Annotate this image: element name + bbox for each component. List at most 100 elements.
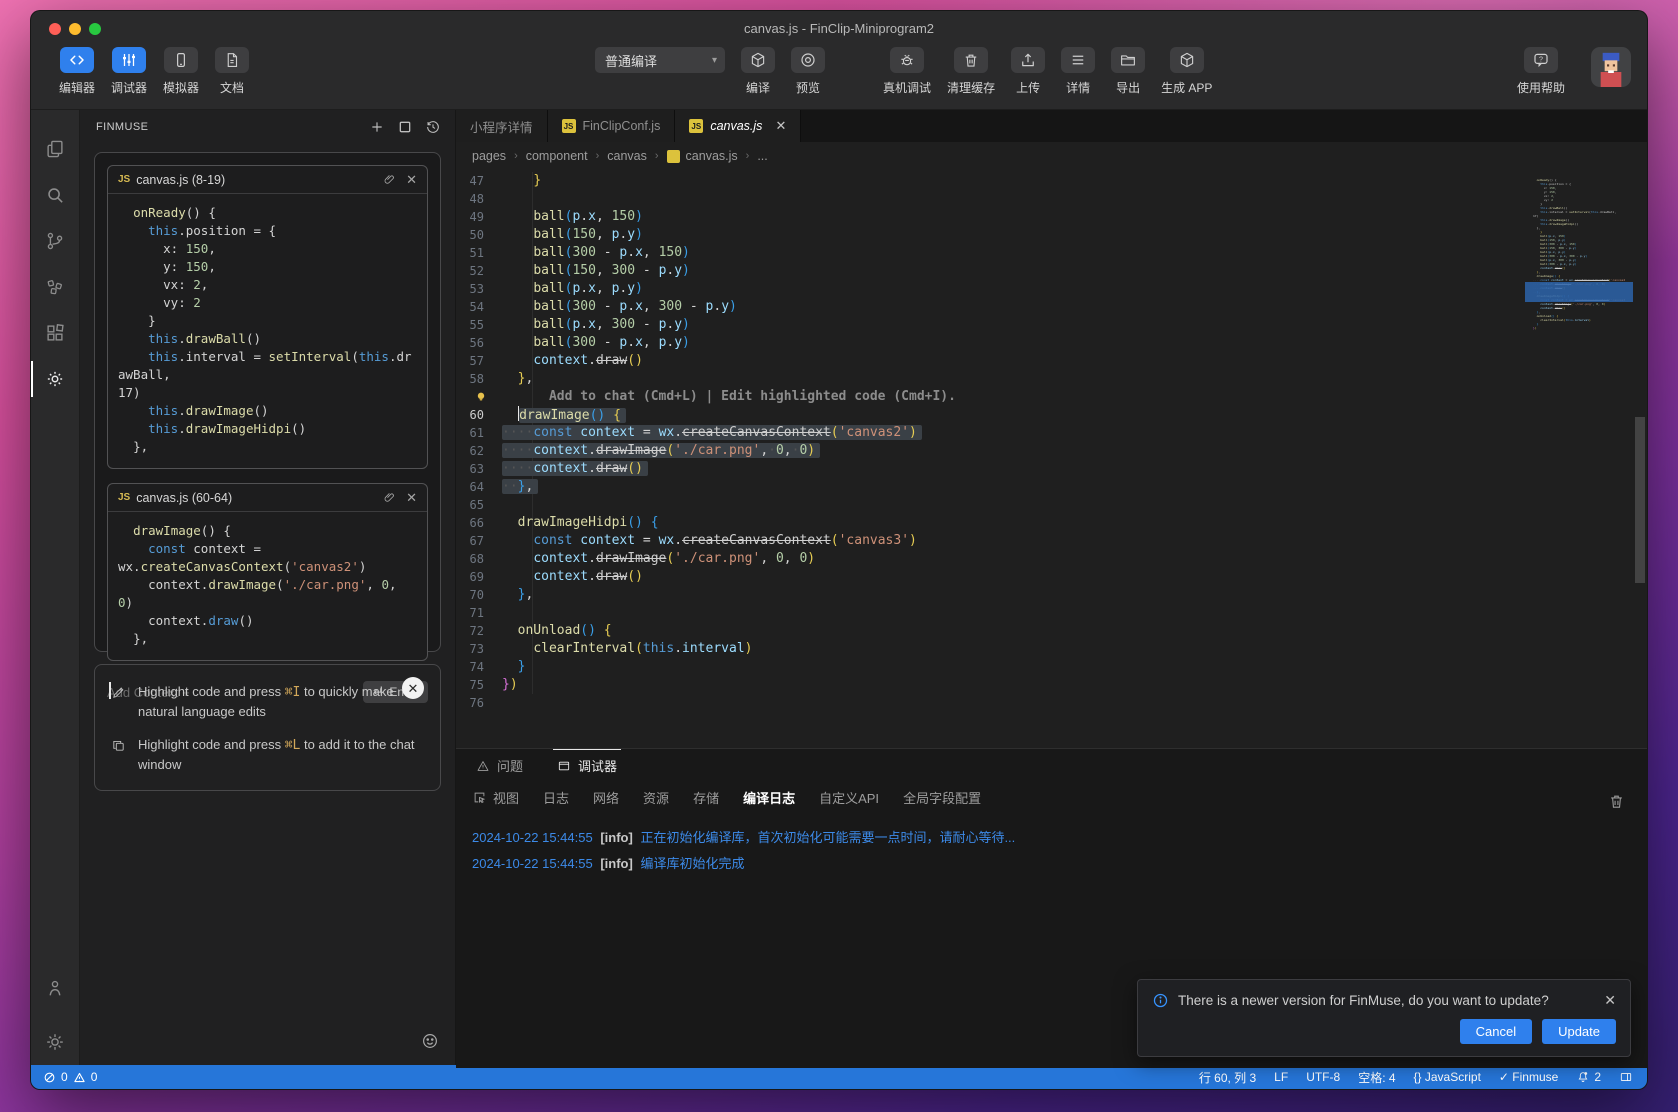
panel-subtab-compile-log[interactable]: 编译日志 [743, 788, 795, 807]
cancel-button[interactable]: Cancel [1460, 1019, 1532, 1044]
status-item[interactable]: ✓ Finmuse [1499, 1070, 1558, 1084]
status-item[interactable]: LF [1274, 1070, 1288, 1084]
breadcrumb-item[interactable]: ... [757, 149, 767, 163]
code-line: 63····context.draw() [456, 460, 1527, 478]
activitybar-extensions[interactable] [31, 310, 79, 356]
toolbar-clear-cache-button[interactable]: 清理缓存 [947, 47, 995, 96]
status-item[interactable]: UTF-8 [1306, 1070, 1340, 1084]
activitybar-account[interactable] [31, 965, 79, 1011]
toolbar-right-group: ? 使用帮助 [1517, 47, 1631, 96]
close-window-button[interactable] [49, 23, 61, 35]
toolbar-simulator-button[interactable]: 模拟器 [163, 47, 199, 96]
context-card-close-icon[interactable]: ✕ [406, 491, 417, 504]
js-file-icon: JS [689, 119, 703, 133]
toolbar-editor-button[interactable]: 编辑器 [59, 47, 95, 96]
panel-subtab-view[interactable]: 视图 [472, 788, 519, 807]
panel-subtab-network[interactable]: 网络 [593, 788, 619, 807]
status-item[interactable]: 行 60, 列 3 [1199, 1069, 1256, 1086]
breadcrumb-item[interactable]: component [526, 149, 588, 163]
clear-logs-trash-icon[interactable] [1608, 793, 1625, 815]
sidebar-header: FINMUSE [80, 110, 455, 144]
panel-subtab-global-fields[interactable]: 全局字段配置 [903, 788, 981, 807]
code-line: 60 drawImage() { [456, 406, 1527, 424]
breadcrumb-item[interactable]: canvas [607, 149, 647, 163]
toolbar-details-button[interactable]: 详情 [1061, 47, 1095, 96]
code-line: 76 [456, 694, 1527, 712]
layout-toggle-icon[interactable] [1619, 1070, 1633, 1084]
code-icon [60, 47, 94, 73]
toolbar-docs-label: 文档 [220, 79, 244, 96]
context-card-close-icon[interactable]: ✕ [406, 173, 417, 186]
activitybar-finmuse[interactable] [31, 356, 79, 402]
toolbar-debugger-button[interactable]: 调试器 [111, 47, 147, 96]
toolbar-upload-button[interactable]: 上传 [1011, 47, 1045, 96]
code-line: 57 context.draw() [456, 352, 1527, 370]
panel-tab-debugger[interactable]: 调试器 [553, 749, 621, 781]
panel-tab-problems[interactable]: 问题 [472, 749, 527, 781]
paperclip-icon[interactable] [383, 173, 396, 186]
tips-close-button[interactable]: ✕ [402, 677, 424, 699]
code-line: 68 context.drawImage('./car.png', 0, 0) [456, 550, 1527, 568]
editor-scrollbar[interactable] [1633, 170, 1647, 748]
code-line: 52 ball(150, 300 - p.y) [456, 262, 1527, 280]
activitybar-components[interactable] [31, 264, 79, 310]
tab-close-icon[interactable]: ✕ [775, 118, 786, 134]
status-item[interactable]: 空格: 4 [1358, 1069, 1395, 1086]
tab-FinClipConf.js[interactable]: JSFinClipConf.js [548, 110, 676, 142]
toolbar-preview-button[interactable]: 预览 [791, 47, 825, 96]
activitybar-explorer[interactable] [31, 126, 79, 172]
panel-subtab-resources[interactable]: 资源 [643, 788, 669, 807]
target-icon [791, 47, 825, 73]
layout-icon[interactable] [397, 119, 413, 135]
activitybar-search[interactable] [31, 172, 79, 218]
lightbulb-icon[interactable] [456, 388, 502, 406]
toolbar-real-device-debug-button[interactable]: 真机调试 [883, 47, 931, 96]
code-line: 61····const context = wx.createCanvasCon… [456, 424, 1527, 442]
update-button[interactable]: Update [1542, 1019, 1616, 1044]
breadcrumb-item[interactable]: canvas.js [667, 149, 738, 163]
context-card: JScanvas.js (8-19)✕ onReady() { this.pos… [107, 165, 428, 469]
tab-canvas.js[interactable]: JScanvas.js✕ [675, 110, 801, 142]
svg-text:?: ? [1539, 55, 1543, 63]
status-item[interactable]: {} JavaScript [1414, 1070, 1481, 1084]
new-chat-icon[interactable] [369, 119, 385, 135]
toolbar-help-button[interactable]: ? 使用帮助 [1517, 47, 1565, 96]
activitybar-settings[interactable] [31, 1019, 79, 1065]
toolbar-help-label: 使用帮助 [1517, 79, 1565, 96]
chat-panel[interactable]: JScanvas.js (8-19)✕ onReady() { this.pos… [94, 152, 441, 652]
notification-close-icon[interactable]: ✕ [1604, 992, 1616, 1009]
toolbar-debugger-label: 调试器 [111, 79, 147, 96]
code-line: 67 const context = wx.createCanvasContex… [456, 532, 1527, 550]
title-bar: canvas.js - FinClip-Miniprogram2 [31, 11, 1647, 47]
notifications-bell[interactable]: 2 [1576, 1070, 1601, 1084]
user-avatar[interactable] [1591, 47, 1631, 87]
panel-subtab-storage[interactable]: 存储 [693, 788, 719, 807]
panel-tab-bar: 问题调试器 [456, 749, 1647, 781]
code-line: 51 ball(300 - p.x, 150) [456, 244, 1527, 262]
activitybar-source-control[interactable] [31, 218, 79, 264]
toolbar-export-button[interactable]: 导出 [1111, 47, 1145, 96]
tab-小程序详情[interactable]: 小程序详情 [456, 110, 548, 142]
toolbar-compile-button[interactable]: 编译 [741, 47, 775, 96]
paperclip-icon[interactable] [383, 491, 396, 504]
toolbar-compile-label: 编译 [746, 79, 770, 96]
feedback-smiley-icon[interactable] [421, 1032, 439, 1055]
compile-mode-dropdown[interactable]: 普通编译 ▾ [595, 47, 725, 73]
maximize-window-button[interactable] [89, 23, 101, 35]
upload-icon [1011, 47, 1045, 73]
tip-item: Highlight code and press ⌘I to quickly m… [111, 683, 424, 722]
panel-subtab-custom-api[interactable]: 自定义API [819, 788, 879, 807]
breadcrumb-item[interactable]: pages [472, 149, 506, 163]
minimize-window-button[interactable] [69, 23, 81, 35]
context-card-code: drawImage() { const context =wx.createCa… [108, 512, 427, 660]
panel-subtab-log[interactable]: 日志 [543, 788, 569, 807]
code-editor[interactable]: 47 }4849 ball(p.x, 150)50 ball(150, p.y)… [456, 170, 1647, 748]
toolbar-generate-app-button[interactable]: 生成 APP [1161, 47, 1212, 96]
scrollbar-thumb[interactable] [1635, 417, 1645, 583]
minimap[interactable]: onReady() { this.position = { x: 150, y:… [1533, 178, 1625, 330]
status-bar: 0 0 行 60, 列 3 LF UTF-8 空格: 4 {} JavaScript ✓ … [31, 1065, 1647, 1089]
problems-status[interactable]: 0 0 [43, 1070, 97, 1084]
toolbar-docs-button[interactable]: 文档 [215, 47, 249, 96]
finmuse-sidebar: FINMUSE JScanvas.js (8-19)✕ onReady() { … [79, 110, 456, 1065]
history-icon[interactable] [425, 119, 441, 135]
